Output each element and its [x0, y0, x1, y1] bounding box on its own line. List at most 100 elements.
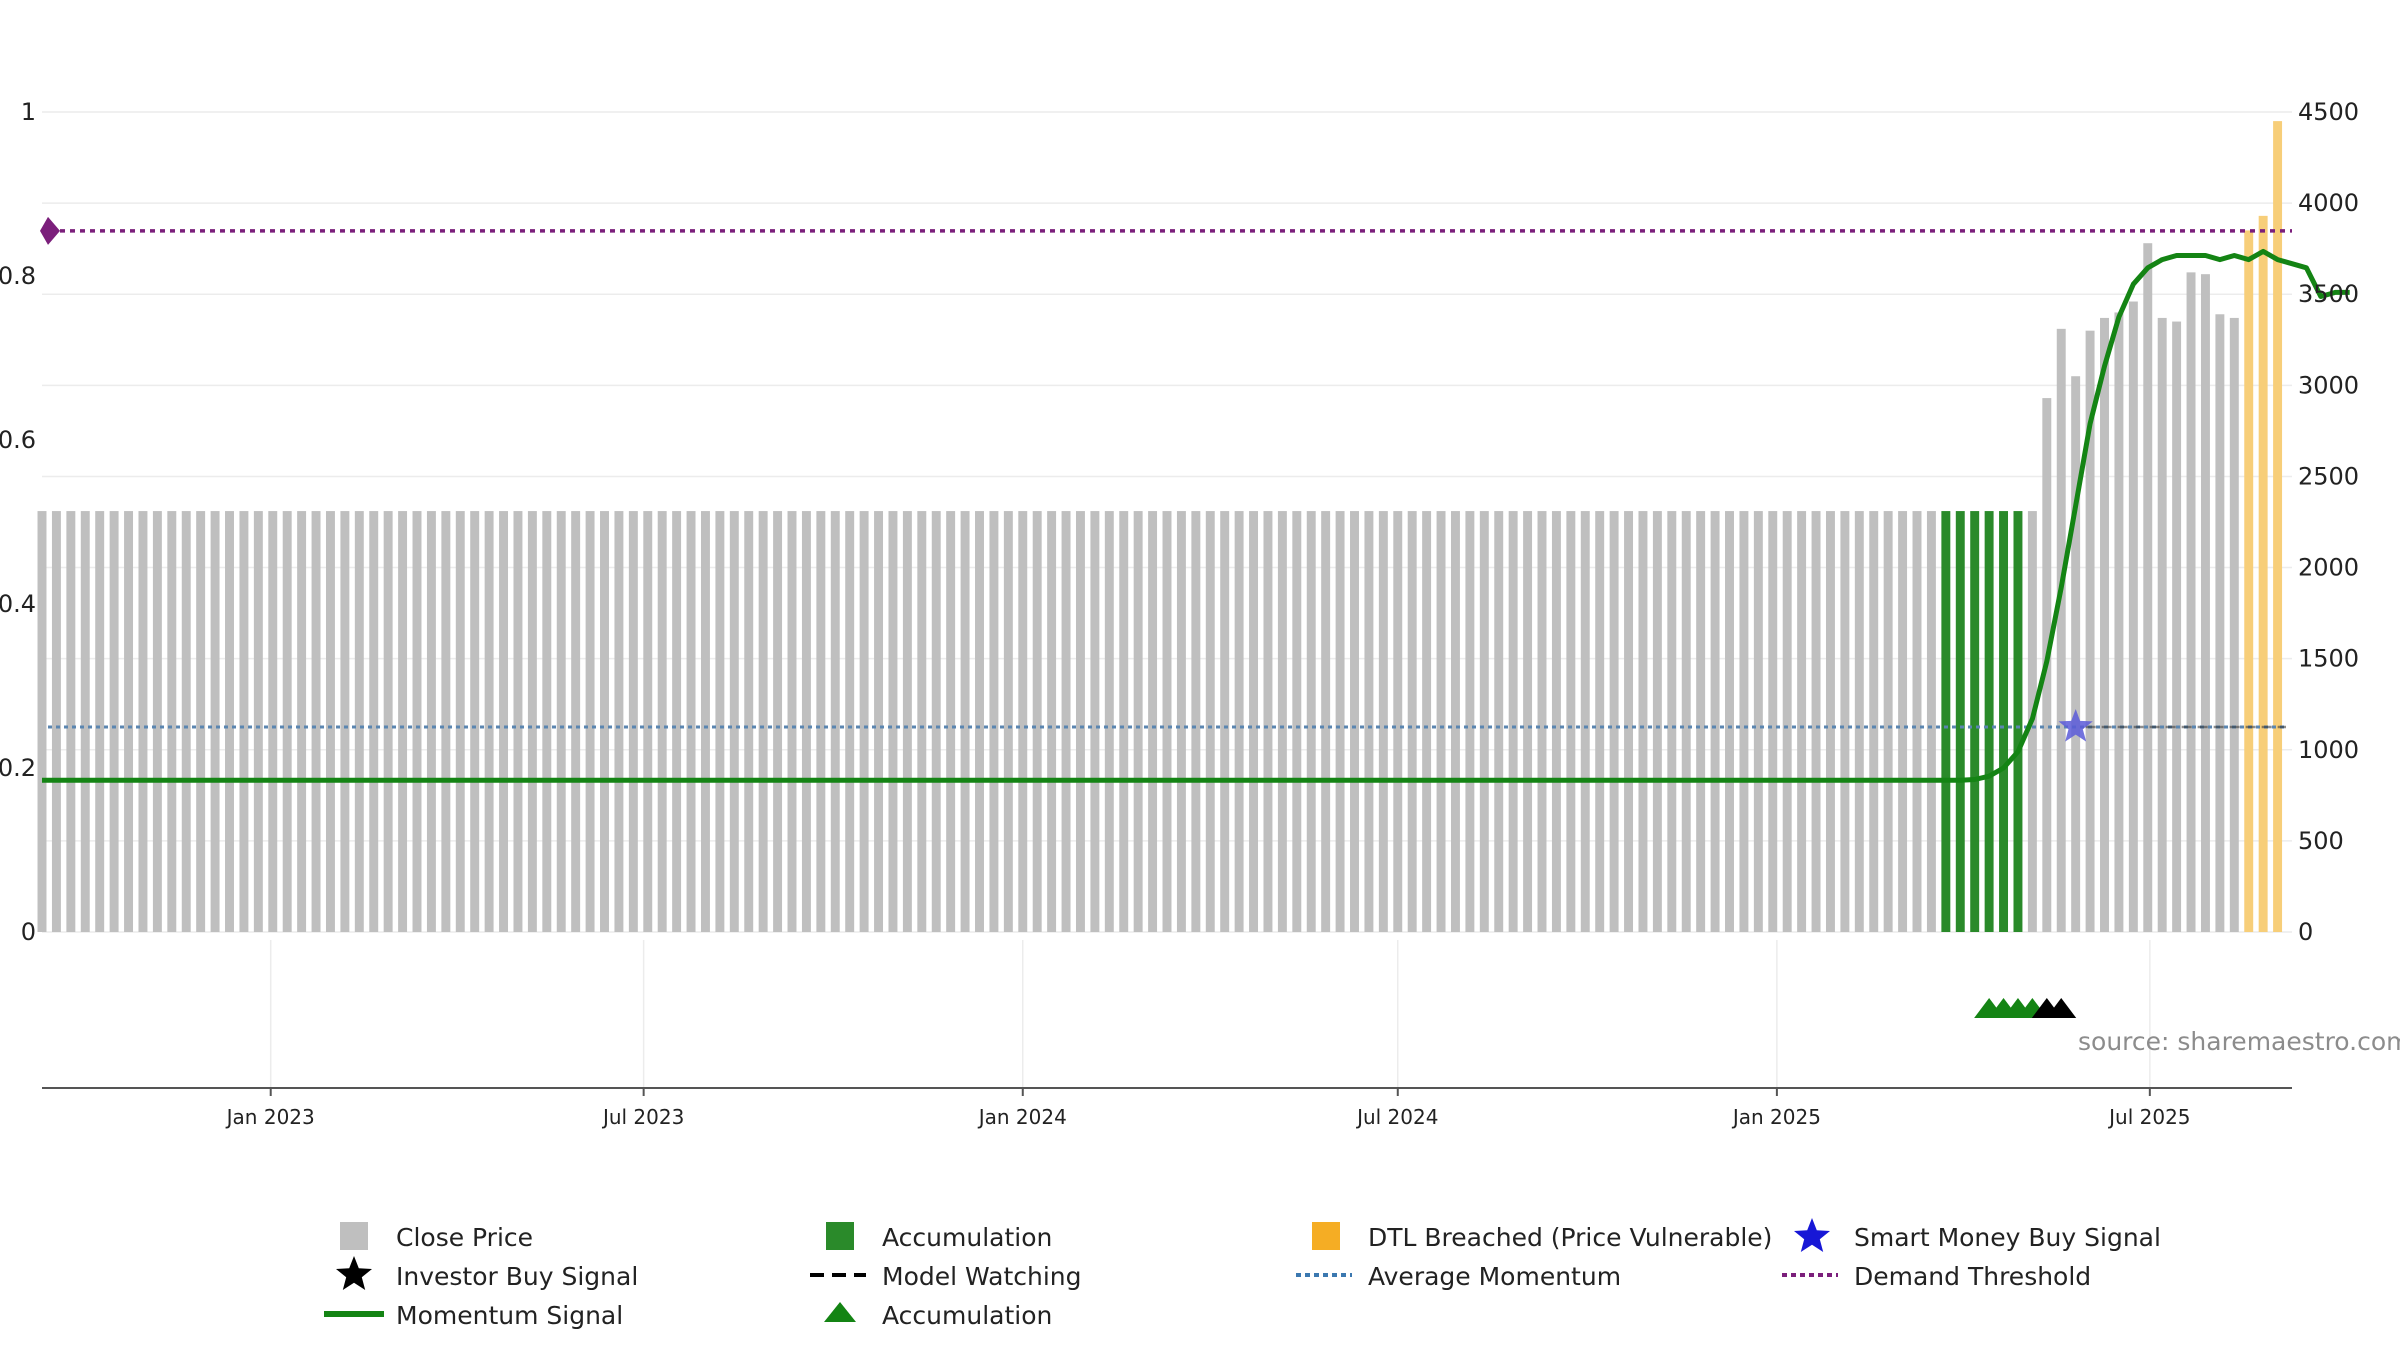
y-right-tick-label: 3500	[2298, 280, 2359, 308]
close-price-bar	[859, 511, 869, 932]
close-price-bar	[1854, 511, 1864, 932]
close-price-bar	[773, 511, 783, 932]
y-left-tick-label: 0.8	[0, 262, 36, 290]
close-price-bar	[51, 511, 61, 932]
close-price-bar	[542, 511, 552, 932]
accumulation-bar	[1955, 511, 1965, 932]
close-price-bar	[1205, 511, 1215, 932]
close-price-bar	[470, 511, 480, 932]
close-price-bar	[845, 511, 855, 932]
legend-item-accumulation-marker: Accumulation	[824, 1301, 1052, 1330]
close-price-bar	[1811, 511, 1821, 932]
close-price-bar	[2143, 243, 2153, 932]
demand-threshold-start-marker	[40, 216, 60, 245]
accumulation-bar	[1941, 511, 1951, 932]
close-price-bar	[268, 511, 278, 932]
close-price-bar	[152, 511, 162, 932]
close-price-bar	[109, 511, 119, 932]
close-price-bar	[412, 511, 422, 932]
close-price-bar	[2200, 274, 2210, 933]
close-price-bar	[1176, 511, 1186, 932]
close-price-bar	[874, 511, 884, 932]
close-price-bar	[1148, 511, 1158, 932]
close-price-bar	[1465, 511, 1475, 932]
close-price-bar	[1249, 511, 1259, 932]
dtl-breached-swatch	[1312, 1222, 1340, 1250]
y-right-tick-label: 3000	[2298, 371, 2359, 399]
close-price-bar	[2172, 321, 2182, 932]
x-tick-label: Jul 2024	[1355, 1105, 1438, 1129]
close-price-bar	[253, 511, 263, 932]
y-right-tick-label: 4000	[2298, 189, 2359, 217]
y-left-tick-label: 0	[21, 918, 36, 946]
close-price-bar	[1681, 511, 1691, 932]
accumulation-swatch	[826, 1222, 854, 1250]
close-price-bar	[600, 511, 609, 932]
y-left-tick-label: 0.2	[0, 754, 36, 782]
close-price-bar	[1667, 511, 1677, 932]
close-price-bar	[2100, 317, 2109, 932]
close-price-bar	[1191, 511, 1201, 932]
legend-item-investor-buy: Investor Buy Signal	[336, 1256, 638, 1291]
y-left-tick-label: 0.6	[0, 426, 36, 454]
legend-label-smart-money: Smart Money Buy Signal	[1854, 1223, 2161, 1252]
close-price-bar	[1797, 511, 1807, 932]
close-price-bar	[210, 511, 220, 932]
close-price-bar	[1263, 511, 1273, 932]
legend-label-close-price: Close Price	[396, 1223, 533, 1252]
close-price-bar	[917, 511, 927, 932]
legend-label-model-watching: Model Watching	[882, 1262, 1082, 1291]
close-price-bar	[1753, 511, 1763, 932]
close-price-bar	[1523, 511, 1533, 932]
close-price-bar	[1018, 511, 1028, 932]
close-price-bar	[1234, 511, 1244, 932]
close-price-bar	[643, 511, 653, 932]
close-price-bar	[1869, 511, 1879, 932]
close-price-bar	[1003, 511, 1013, 932]
close-price-bar	[37, 511, 47, 932]
source-note: source: sharemaestro.com	[2078, 1027, 2400, 1056]
close-price-bar	[1104, 511, 1114, 932]
close-price-bar	[282, 511, 292, 932]
close-price-bar	[340, 511, 350, 932]
y-right-tick-label: 0	[2298, 918, 2313, 946]
accumulation-bar	[1999, 511, 2009, 932]
close-price-bar	[1710, 511, 1720, 932]
close-price-bar	[196, 511, 206, 932]
close-price-bar	[1075, 511, 1085, 932]
accumulation-bar	[1970, 511, 1980, 932]
legend-label-momentum-signal: Momentum Signal	[396, 1301, 623, 1330]
close-price-bar	[672, 511, 682, 932]
close-price-bar	[2215, 314, 2225, 932]
legend-label-accumulation-marker: Accumulation	[882, 1301, 1052, 1330]
close-price-bar	[585, 511, 595, 932]
close-price-bar	[1047, 511, 1057, 932]
close-price-bar	[2229, 317, 2239, 932]
legend-item-close-price: Close Price	[340, 1222, 533, 1252]
legend-item-model-watching: Model Watching	[810, 1262, 1082, 1291]
close-price-bar	[441, 511, 451, 932]
close-price-bar	[686, 511, 696, 932]
close-price-bar	[138, 511, 148, 932]
close-price-bar	[1624, 511, 1634, 932]
close-price-bar	[181, 511, 191, 932]
close-price-bar	[729, 511, 739, 932]
close-price-bar	[902, 511, 912, 932]
close-price-bar	[1537, 511, 1547, 932]
close-price-bar	[614, 511, 624, 932]
legend-label-accumulation-bar: Accumulation	[882, 1223, 1052, 1252]
dtl-breached-bar	[2273, 121, 2283, 933]
close-price-bar	[2157, 317, 2167, 932]
close-price-bar	[816, 511, 826, 932]
close-price-bar	[2114, 312, 2124, 932]
close-price-bar	[744, 511, 754, 932]
close-price-bar	[946, 511, 956, 932]
close-price-bar	[167, 511, 177, 932]
close-price-bar	[66, 511, 76, 932]
close-price-bar	[311, 511, 321, 932]
close-price-bar	[758, 511, 768, 932]
close-price-bar	[1609, 511, 1619, 932]
close-price-bar	[715, 511, 725, 932]
close-price-bar	[1696, 511, 1706, 932]
close-price-bar	[455, 511, 465, 932]
